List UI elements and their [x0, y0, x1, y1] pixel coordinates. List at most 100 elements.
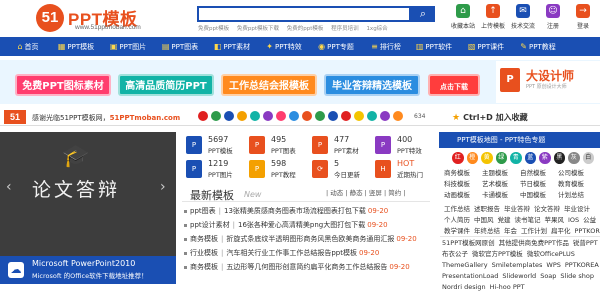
list-item[interactable]: ppt图表|13张精美质感商务图表市场流程图表打包下载09-20	[184, 204, 434, 218]
share-icon[interactable]	[354, 111, 364, 121]
promo-work-summary[interactable]: 工作总结会报模板	[221, 74, 317, 96]
provider-link[interactable]: WPS	[546, 261, 560, 269]
hot-word[interactable]: 免费ppt模板下载	[237, 26, 279, 32]
nav-ppt-tutorials[interactable]: ✎PPT教程	[514, 37, 562, 56]
category-link[interactable]: 艺术模板	[482, 179, 520, 190]
share-icon[interactable]	[289, 111, 299, 121]
color-black-button[interactable]: 黑	[554, 152, 566, 164]
next-arrow-icon[interactable]: ›	[160, 179, 166, 195]
tech-exchange-button[interactable]: ✉技术交流	[508, 4, 538, 34]
provider-link[interactable]: 锐普PPT	[573, 239, 598, 247]
topic-link[interactable]: 中国风	[474, 215, 494, 226]
provider-link[interactable]: ThemeGallery	[442, 261, 488, 269]
topic-link[interactable]: 毕业设计	[564, 204, 590, 215]
provider-link[interactable]: 其他提供商免费PPT作品	[499, 239, 569, 247]
stat-ppt-effects[interactable]: P400PPT特效	[375, 134, 435, 156]
upload-template-button[interactable]: ↑上传模板	[478, 4, 508, 34]
qzone-icon[interactable]	[237, 111, 247, 121]
category-link[interactable]: 卡通模板	[482, 190, 520, 201]
promo-resume-ppt[interactable]: 高清品质简历PPT	[118, 74, 214, 96]
list-item[interactable]: 行业模板|汽车相关行业工作事工作总结报告ppt模板09-20	[184, 246, 434, 260]
share-icon[interactable]	[250, 111, 260, 121]
provider-link[interactable]: Nordri design	[442, 283, 486, 291]
category-link[interactable]: 商务模板	[444, 168, 482, 179]
topic-link[interactable]: 公益	[583, 215, 596, 226]
login-button[interactable]: →登录	[568, 4, 598, 34]
stat-ppt-images[interactable]: P1219PPT图片	[186, 158, 246, 180]
share-icon[interactable]	[367, 111, 377, 121]
topic-link[interactable]: IOS	[568, 215, 579, 226]
category-link[interactable]: 动画模板	[444, 190, 482, 201]
provider-link[interactable]: 51PPT模板网原创	[442, 239, 495, 247]
logo-url[interactable]: www.51pptmoban.com	[75, 24, 141, 31]
hot-word[interactable]: 免费ppt模板	[198, 26, 229, 32]
stat-ppt-tutorials[interactable]: P598PPT教程	[249, 158, 309, 180]
list-item[interactable]: ppt设计素材|16张各种爱心高清精美png大图打包下载09-20	[184, 218, 434, 232]
category-link[interactable]: 公司模板	[558, 168, 596, 179]
prev-arrow-icon[interactable]: ‹	[6, 179, 12, 195]
qq-icon[interactable]	[224, 111, 234, 121]
nav-ranking[interactable]: ≡排行榜	[364, 37, 408, 56]
nav-ppt-charts[interactable]: ▤PPT图表	[156, 37, 204, 56]
category-link[interactable]: 科技模板	[444, 179, 482, 190]
nav-home[interactable]: ⌂首页	[8, 37, 48, 56]
stat-ppt-templates[interactable]: P5697PPT模板	[186, 134, 246, 156]
share-icon[interactable]	[341, 111, 351, 121]
color-cyan-button[interactable]: 青	[510, 152, 522, 164]
provider-link[interactable]: 微软OfficePLUS	[527, 250, 575, 258]
provider-link[interactable]: Slideworld	[502, 272, 536, 280]
category-link[interactable]: 自然模板	[520, 168, 558, 179]
provider-link[interactable]: Hi-hoo PPT	[490, 283, 525, 291]
stat-ppt-materials[interactable]: P477PPT素材	[312, 134, 372, 156]
nav-ppt-templates[interactable]: ▦PPT模板	[52, 37, 100, 56]
nav-ppt-software[interactable]: ▥PPT软件	[410, 37, 458, 56]
hot-word[interactable]: 程序员培训	[331, 26, 359, 32]
share-icon[interactable]	[263, 111, 273, 121]
provider-link[interactable]: 微软官方PPT模板	[472, 250, 523, 258]
promo-graduation-defense[interactable]: 毕业答辩精选模板	[324, 74, 420, 96]
topic-link[interactable]: 苹果风	[545, 215, 565, 226]
share-icon[interactable]	[380, 111, 390, 121]
logo-badge[interactable]: 51	[36, 4, 64, 32]
click-download-button[interactable]: 点击下载	[428, 74, 480, 96]
topic-link[interactable]: 读书笔记	[515, 215, 541, 226]
share-icon[interactable]	[328, 111, 338, 121]
share-icon[interactable]	[393, 111, 403, 121]
register-button[interactable]: ☺注册	[538, 4, 568, 34]
color-gray-button[interactable]: 灰	[568, 152, 580, 164]
color-yellow-button[interactable]: 黄	[481, 152, 493, 164]
nav-ppt-courseware[interactable]: ▧PPT课件	[462, 37, 510, 56]
latest-filter-tabs[interactable]: | 动态 | 静态 | 竖屏 | 简约 |	[326, 187, 405, 197]
share-icon[interactable]	[276, 111, 286, 121]
share-icon[interactable]	[302, 111, 312, 121]
list-item[interactable]: 商务模板|折旋式条底纹半透明图形商务风黑色欧美商务通用汇报09-20	[184, 232, 434, 246]
list-item[interactable]: 商务模板|五边形等几何图形创意简约扁平化商务工作总结报告09-20	[184, 260, 434, 274]
topic-link[interactable]: 工作总结	[444, 204, 470, 215]
category-link[interactable]: 中国模板	[520, 190, 558, 201]
weibo-icon[interactable]	[198, 111, 208, 121]
color-green-button[interactable]: 绿	[496, 152, 508, 164]
stat-today-updates[interactable]: ⟳5今日更新	[312, 158, 372, 180]
provider-link[interactable]: PresentationLoad	[442, 272, 498, 280]
color-purple-button[interactable]: 紫	[539, 152, 551, 164]
designer-ad[interactable]: P 大设计师 PPT 原创设计大师	[496, 61, 600, 103]
color-red-button[interactable]: 红	[452, 152, 464, 164]
nav-ppt-topics[interactable]: ◉PPT专题	[312, 37, 360, 56]
share-icon[interactable]	[315, 111, 325, 121]
topic-link[interactable]: 述职报告	[474, 204, 500, 215]
hot-word[interactable]: 免费的ppt模板	[287, 26, 324, 32]
hot-word[interactable]: 1xg综合	[366, 26, 387, 32]
provider-link[interactable]: 布衣公子	[442, 250, 468, 258]
provider-link[interactable]: Slide shop	[560, 272, 594, 280]
color-orange-button[interactable]: 橙	[467, 152, 479, 164]
category-link[interactable]: 主题模板	[482, 168, 520, 179]
color-blue-button[interactable]: 蓝	[525, 152, 537, 164]
nav-ppt-images[interactable]: ▣PPT图片	[104, 37, 152, 56]
topic-link[interactable]: 党建	[498, 215, 511, 226]
topic-link[interactable]: 论文答辩	[534, 204, 560, 215]
wechat-icon[interactable]	[211, 111, 221, 121]
color-white-button[interactable]: 白	[583, 152, 595, 164]
topic-link[interactable]: 个人简历	[444, 215, 470, 226]
site-link[interactable]: 51PPTmoban.com	[110, 114, 181, 122]
search-input[interactable]	[197, 6, 411, 22]
